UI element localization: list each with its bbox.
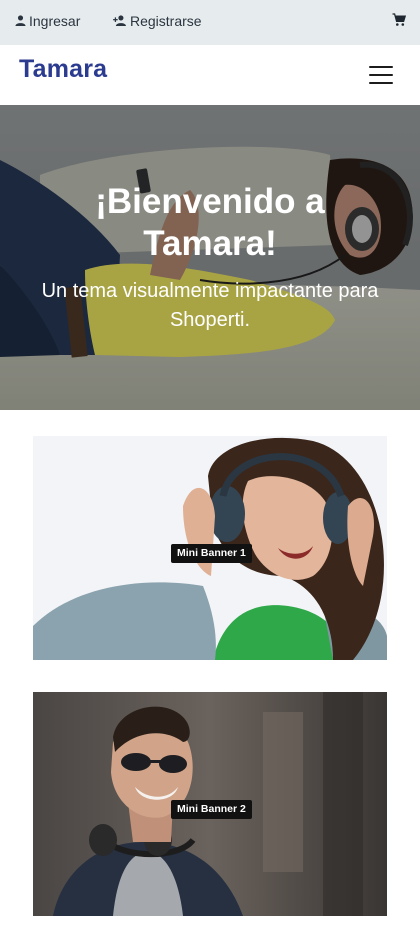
hero-subtitle: Un tema visualmente impactante para Shop… <box>41 280 379 331</box>
cart-icon[interactable] <box>392 13 406 27</box>
login-label: Ingresar <box>29 12 81 29</box>
top-bar: Ingresar Registrarse <box>0 0 420 45</box>
logo[interactable]: Tamara <box>19 55 107 84</box>
mini-banner-1[interactable]: Mini Banner 1 <box>33 436 387 660</box>
main-header: Tamara <box>0 45 420 105</box>
hero-title: ¡Bienvenido a Tamara! <box>95 182 325 263</box>
login-link[interactable]: Ingresar <box>15 0 80 41</box>
add-user-icon <box>113 15 126 26</box>
register-label: Registrarse <box>130 12 202 29</box>
register-link[interactable]: Registrarse <box>113 0 202 41</box>
mini-banner-1-label: Mini Banner 1 <box>171 544 252 563</box>
mini-banner-2-label: Mini Banner 2 <box>171 800 252 819</box>
user-icon <box>15 15 26 26</box>
hero-banner: ¡Bienvenido a Tamara! Un tema visualment… <box>0 105 420 410</box>
mini-banner-2[interactable]: Mini Banner 2 <box>33 692 387 916</box>
hamburger-menu-icon[interactable] <box>369 66 393 84</box>
